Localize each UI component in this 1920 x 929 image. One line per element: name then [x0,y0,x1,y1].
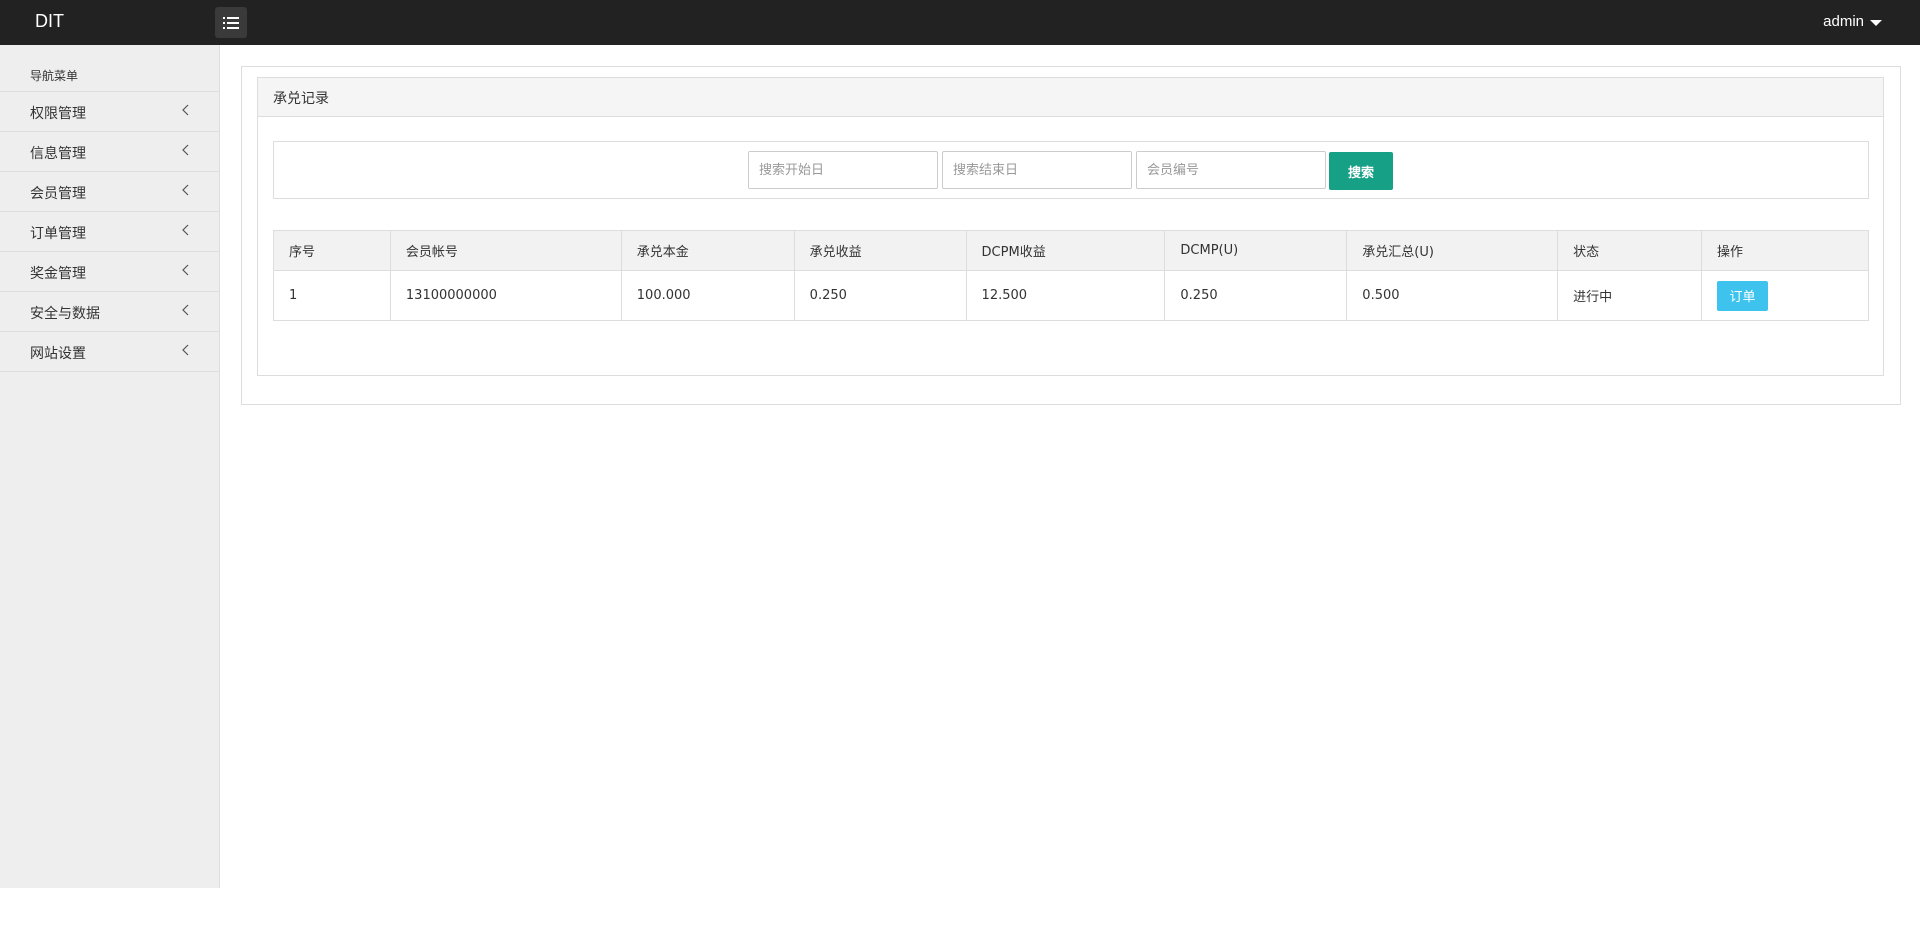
menu-toggle-button[interactable] [215,7,247,38]
table-header-row: 序号 会员帐号 承兑本金 承兑收益 DCPM收益 DCMP(U) 承兑汇总(U)… [273,230,1869,271]
caret-down-icon [1870,19,1882,26]
sidebar-item-security[interactable]: 安全与数据 [0,292,219,332]
table-row: 1 13100000000 100.000 0.250 12.500 0.250… [273,270,1869,321]
sidebar-item-label: 权限管理 [30,106,86,122]
cell-dcpm-income: 12.500 [965,270,1166,321]
cell-income: 0.250 [793,270,967,321]
sidebar-header: 导航菜单 [0,45,219,92]
search-start-date-input[interactable] [748,151,938,189]
cell-total-u: 0.500 [1346,270,1559,321]
column-header: 操作 [1701,230,1869,271]
order-button[interactable]: 订单 [1717,280,1769,311]
sidebar-item-label: 会员管理 [30,186,86,202]
records-panel: 承兑记录 [257,77,1884,376]
sidebar-item-bonus[interactable]: 奖金管理 [0,252,219,292]
cell-action: 订单 [1701,270,1869,321]
search-button[interactable]: 搜索 [1329,152,1393,190]
chevron-left-icon [182,104,189,116]
sidebar-item-label: 信息管理 [30,146,86,162]
sidebar-item-info[interactable]: 信息管理 [0,132,219,172]
column-header: 序号 [273,230,391,271]
chevron-left-icon [182,304,189,316]
chevron-left-icon [182,224,189,236]
sidebar-item-label: 安全与数据 [30,306,100,322]
sidebar: 导航菜单 权限管理 信息管理 会员管理 订单管理 奖金管理 安全与数据 网站设置 [0,45,220,888]
user-name: admin [1823,13,1864,30]
chevron-left-icon [182,344,189,356]
column-header: DCPM收益 [965,230,1166,271]
chevron-left-icon [182,184,189,196]
column-header: 状态 [1557,230,1703,271]
column-header: 承兑汇总(U) [1346,230,1559,271]
cell-account: 13100000000 [389,270,622,321]
top-navbar: DIT admin [0,0,1920,45]
sidebar-item-site-settings[interactable]: 网站设置 [0,332,219,372]
cell-status: 进行中 [1557,270,1703,321]
sidebar-item-orders[interactable]: 订单管理 [0,212,219,252]
cell-principal: 100.000 [620,270,795,321]
column-header: DCMP(U) [1164,230,1348,271]
column-header: 会员帐号 [389,230,622,271]
sidebar-item-label: 订单管理 [30,226,86,242]
cell-dcmp-u: 0.250 [1164,270,1348,321]
chevron-left-icon [182,144,189,156]
brand-logo[interactable]: DIT [35,11,64,32]
records-table: 序号 会员帐号 承兑本金 承兑收益 DCPM收益 DCMP(U) 承兑汇总(U)… [273,230,1869,321]
column-header: 承兑收益 [793,230,967,271]
cell-index: 1 [273,270,391,321]
panel-title: 承兑记录 [258,78,1883,117]
sidebar-item-permissions[interactable]: 权限管理 [0,92,219,132]
sidebar-item-label: 网站设置 [30,346,86,362]
search-end-date-input[interactable] [942,151,1132,189]
sidebar-item-members[interactable]: 会员管理 [0,172,219,212]
list-icon [223,16,239,29]
chevron-left-icon [182,264,189,276]
column-header: 承兑本金 [620,230,795,271]
user-dropdown[interactable]: admin [1823,13,1882,30]
sidebar-item-label: 奖金管理 [30,266,86,282]
member-id-input[interactable] [1136,151,1326,189]
